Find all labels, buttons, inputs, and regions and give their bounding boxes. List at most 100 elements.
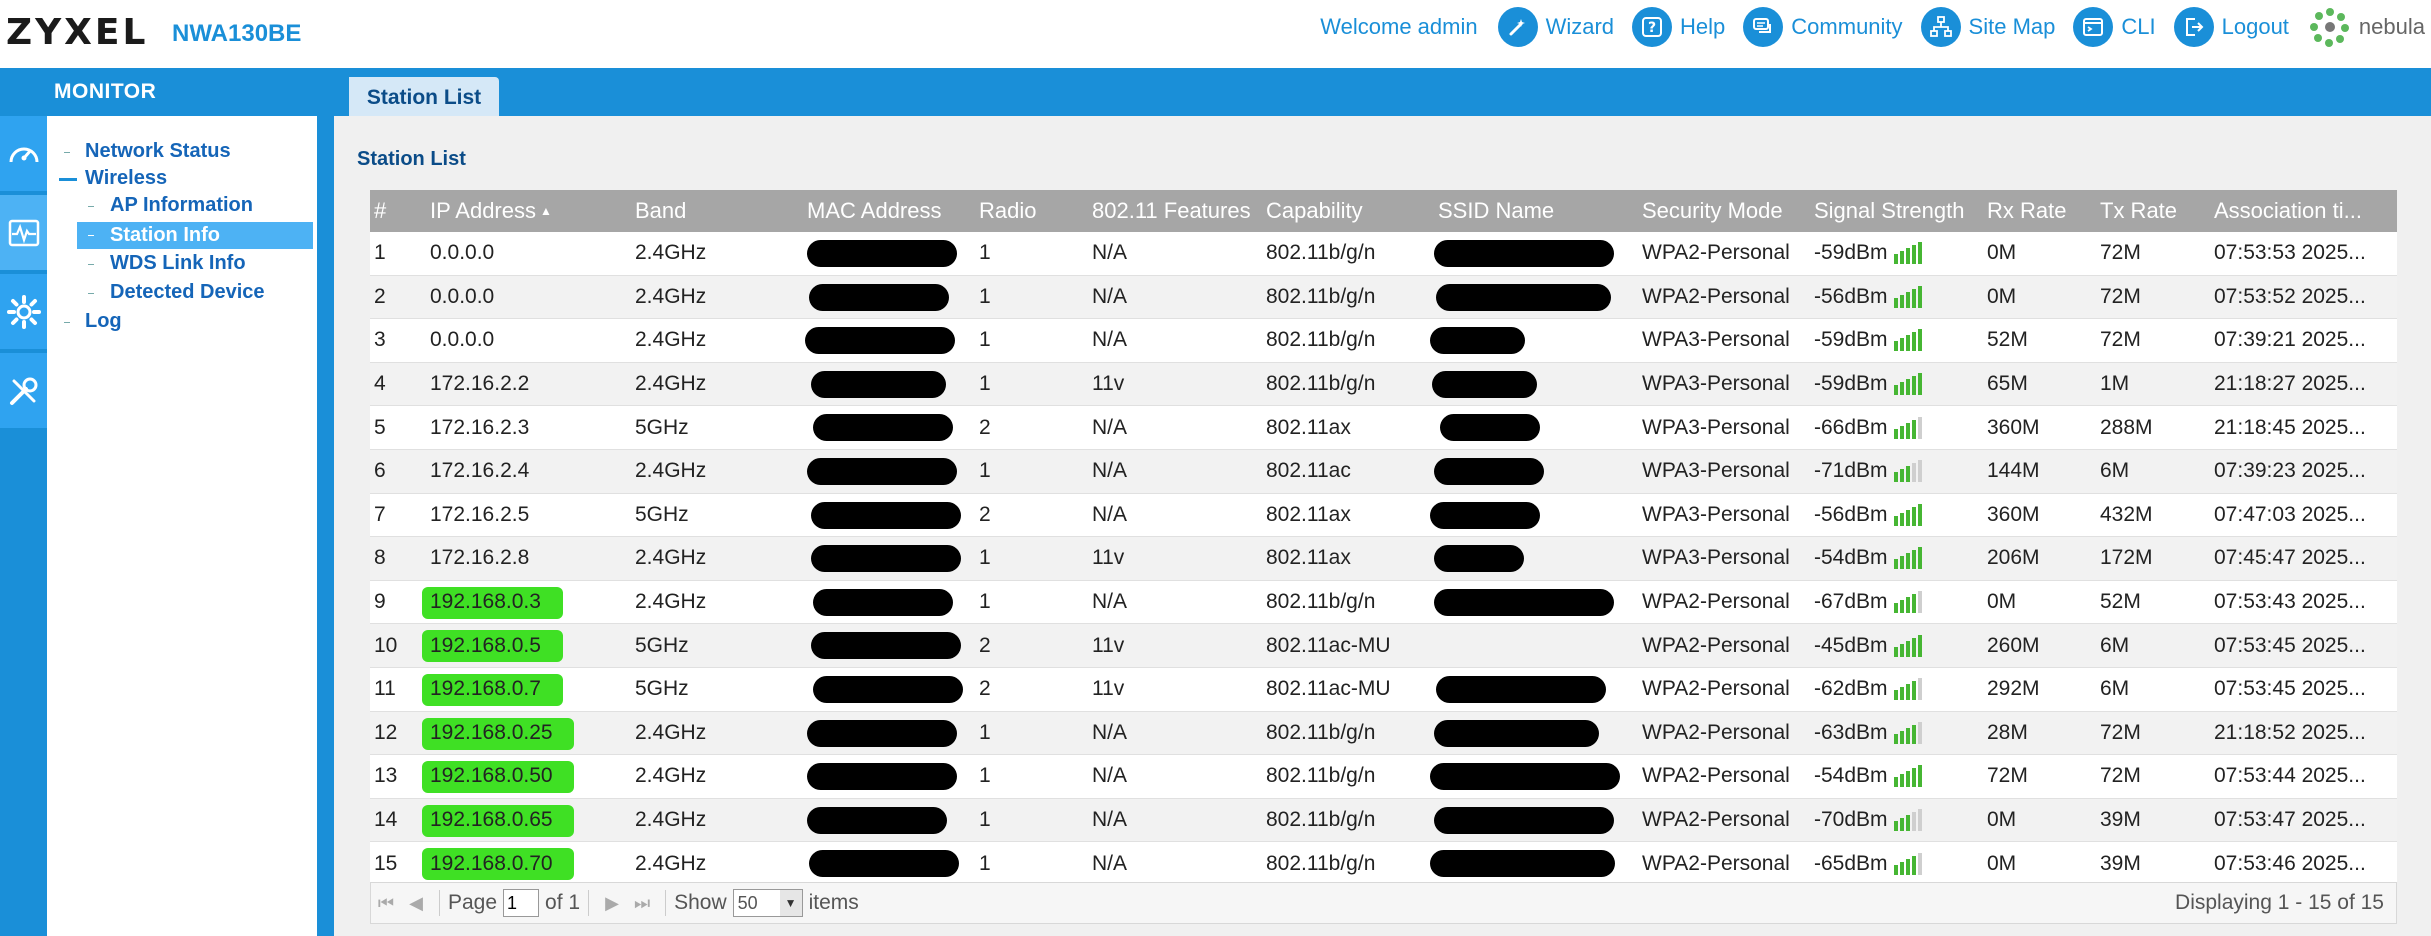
table-row[interactable]: 1 0.0.0.0 2.4GHz 1 N/A 802.11b/g/n WPA2-Person…: [370, 232, 2397, 276]
table-row[interactable]: 2 0.0.0.0 2.4GHz 1 N/A 802.11b/g/n WPA2-Person…: [370, 275, 2397, 320]
cell-ip-address-text: 192.168.0.5: [430, 633, 541, 657]
cell-rx-rate: 0M: [1979, 232, 2092, 275]
column-header-association-time[interactable]: Association ti...: [2206, 190, 2397, 232]
table-row[interactable]: 14 192.168.0.65 2.4GHz 1 N/A 802.11b/g/n WPA2-…: [370, 798, 2397, 843]
cell-number: 4: [370, 363, 422, 406]
sitemap-link[interactable]: Site Map: [1920, 7, 2055, 47]
cell-signal-strength-text: -71dBm: [1814, 459, 1888, 483]
tree-connector: [64, 322, 70, 323]
column-header-signal-strength[interactable]: Signal Strength: [1806, 190, 1979, 232]
first-page-icon[interactable]: ⏮: [371, 888, 401, 918]
cell-band: 2.4GHz: [627, 842, 799, 885]
menu-wds-link-info[interactable]: WDS Link Info: [110, 252, 246, 275]
redaction-mark: [1432, 370, 1537, 398]
tab-station-list[interactable]: Station List: [349, 77, 499, 118]
cell-ssid-name: [1430, 668, 1634, 711]
table-row[interactable]: 4 172.16.2.2 2.4GHz 1 11v 802.11b/g/n WPA3-Per…: [370, 362, 2397, 407]
previous-page-icon[interactable]: ◀: [401, 888, 431, 918]
nebula-link[interactable]: nebula: [2307, 4, 2425, 50]
signal-bars-icon: [1893, 416, 1922, 439]
column-header-rx-rate[interactable]: Rx Rate: [1979, 190, 2092, 232]
page-size-select[interactable]: 50 ▼: [732, 889, 803, 917]
table-row[interactable]: 12 192.168.0.25 2.4GHz 1 N/A 802.11b/g/n WPA2-…: [370, 711, 2397, 756]
cell-capability: 802.11b/g/n: [1258, 232, 1430, 275]
cell-radio: 2: [971, 624, 1084, 667]
monitor-rail-button[interactable]: [0, 195, 47, 270]
sort-ascending-icon: ▲: [540, 204, 552, 218]
help-link[interactable]: ? Help: [1632, 7, 1725, 47]
table-row[interactable]: 7 172.16.2.5 5GHz 2 N/A 802.11ax WPA3-Personal…: [370, 493, 2397, 538]
tree-connector: [88, 235, 94, 236]
menu-network-status[interactable]: Network Status: [85, 140, 231, 163]
cell-radio: 1: [971, 712, 1084, 755]
cli-link[interactable]: CLI: [2073, 7, 2156, 47]
menu-wireless[interactable]: Wireless: [85, 167, 167, 190]
cell-number: 10: [370, 624, 422, 667]
cell-capability-text: 802.11ax: [1266, 415, 1351, 439]
cell-rx-rate: 206M: [1979, 537, 2092, 580]
column-header-radio[interactable]: Radio: [971, 190, 1084, 232]
last-page-icon[interactable]: ⏭: [627, 888, 657, 918]
cell-ssid-name: [1430, 406, 1634, 449]
cell-signal-strength: -63dBm: [1806, 712, 1979, 755]
cell-association-time-text: 07:53:45 2025...: [2214, 633, 2366, 657]
table-row[interactable]: 10 192.168.0.5 5GHz 2 11v 802.11ac-MU WPA2-Per…: [370, 624, 2397, 668]
column-header-number[interactable]: #: [370, 190, 422, 232]
logout-link[interactable]: Logout: [2173, 7, 2289, 47]
table-row[interactable]: 13 192.168.0.50 2.4GHz 1 N/A 802.11b/g/n WPA2-…: [370, 755, 2397, 799]
cell-tx-rate: 39M: [2092, 842, 2206, 885]
column-header-band[interactable]: Band: [627, 190, 799, 232]
wizard-link[interactable]: Wizard: [1497, 7, 1614, 47]
cell-security-mode: WPA2-Personal: [1634, 276, 1806, 319]
cell-capability: 802.11ax: [1258, 537, 1430, 580]
table-row[interactable]: 8 172.16.2.8 2.4GHz 1 11v 802.11ax WPA3-Person…: [370, 537, 2397, 581]
cell-number-text: 6: [374, 459, 386, 483]
column-header-ssid-name[interactable]: SSID Name: [1430, 190, 1634, 232]
maintenance-rail-button[interactable]: [0, 353, 47, 428]
menu-log[interactable]: Log: [85, 310, 122, 333]
redaction-mark: [1430, 763, 1620, 791]
community-link[interactable]: Community: [1743, 7, 1903, 47]
page-number-input[interactable]: [503, 889, 540, 917]
table-row[interactable]: 15 192.168.0.70 2.4GHz 1 N/A 802.11b/g/n WPA2-…: [370, 842, 2397, 886]
cell-association-time-text: 07:47:03 2025...: [2214, 502, 2366, 526]
cell-number: 3: [370, 319, 422, 362]
table-row[interactable]: 9 192.168.0.3 2.4GHz 1 N/A 802.11b/g/n WPA2-Pe…: [370, 580, 2397, 625]
cell-radio-text: 1: [979, 372, 991, 396]
menu-detected-device[interactable]: Detected Device: [110, 281, 265, 304]
cell-features: N/A: [1084, 581, 1258, 624]
table-row[interactable]: 3 0.0.0.0 2.4GHz 1 N/A 802.11b/g/n WPA3-Person…: [370, 319, 2397, 363]
menu-ap-information[interactable]: AP Information: [110, 194, 253, 217]
column-header-features[interactable]: 802.11 Features: [1084, 190, 1258, 232]
cell-signal-strength: -67dBm: [1806, 581, 1979, 624]
table-row[interactable]: 6 172.16.2.4 2.4GHz 1 N/A 802.11ac WPA3-Person…: [370, 449, 2397, 494]
cell-security-mode: WPA2-Personal: [1634, 581, 1806, 624]
cell-ssid-name: [1430, 276, 1634, 319]
configuration-rail-button[interactable]: [0, 274, 47, 349]
cell-ip-address-text: 0.0.0.0: [430, 284, 495, 308]
cell-association-time-text: 07:53:47 2025...: [2214, 808, 2366, 832]
show-label: Show: [674, 891, 727, 914]
cell-number: 15: [370, 842, 422, 885]
cell-band: 2.4GHz: [627, 537, 799, 580]
signal-bars-icon: [1893, 852, 1922, 875]
cell-signal-strength-text: -63dBm: [1814, 720, 1888, 744]
table-body: 1 0.0.0.0 2.4GHz 1 N/A 802.11b/g/n WPA2-Person…: [370, 232, 2397, 886]
column-header-security-mode[interactable]: Security Mode: [1634, 190, 1806, 232]
column-header-mac-address[interactable]: MAC Address: [799, 190, 971, 232]
cell-radio: 1: [971, 755, 1084, 798]
table-row[interactable]: 5 172.16.2.3 5GHz 2 N/A 802.11ax WPA3-Personal…: [370, 406, 2397, 450]
cell-rx-rate-text: 52M: [1987, 328, 2028, 352]
dashboard-rail-button[interactable]: [0, 116, 47, 191]
cell-band: 5GHz: [627, 494, 799, 537]
signal-bars-icon: [1893, 285, 1922, 308]
column-header-tx-rate[interactable]: Tx Rate: [2092, 190, 2206, 232]
next-page-icon[interactable]: ▶: [597, 888, 627, 918]
redaction-mark: [1440, 414, 1540, 442]
cell-rx-rate: 0M: [1979, 842, 2092, 885]
table-row[interactable]: 11 192.168.0.7 5GHz 2 11v 802.11ac-MU WPA2-Per…: [370, 667, 2397, 712]
menu-station-info[interactable]: Station Info: [77, 222, 313, 249]
column-header-capability[interactable]: Capability: [1258, 190, 1430, 232]
column-header-ip-address[interactable]: IP Address ▲: [422, 190, 627, 232]
cell-ip-address-text: 172.16.2.8: [430, 546, 530, 570]
